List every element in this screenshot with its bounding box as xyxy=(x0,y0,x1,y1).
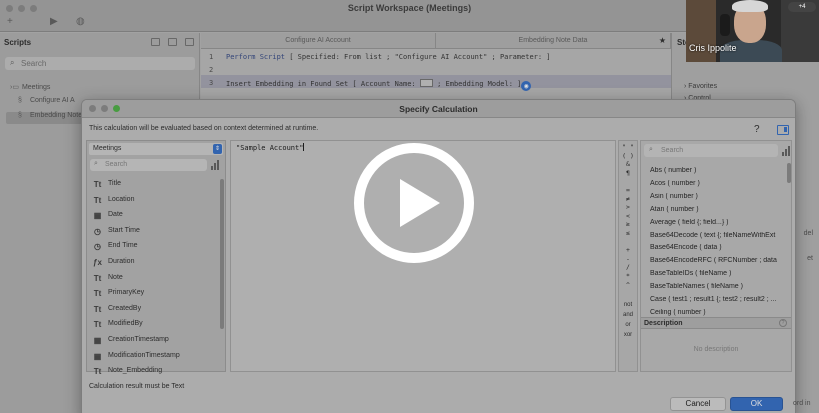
participants-badge: +4 xyxy=(788,2,816,12)
microphone-icon xyxy=(720,14,730,36)
play-icon[interactable] xyxy=(352,141,476,265)
presenter-name: Cris Ippolite xyxy=(689,43,737,53)
webcam-overlay: Cris Ippolite +4 xyxy=(686,0,819,62)
presenter-hair xyxy=(732,0,768,12)
